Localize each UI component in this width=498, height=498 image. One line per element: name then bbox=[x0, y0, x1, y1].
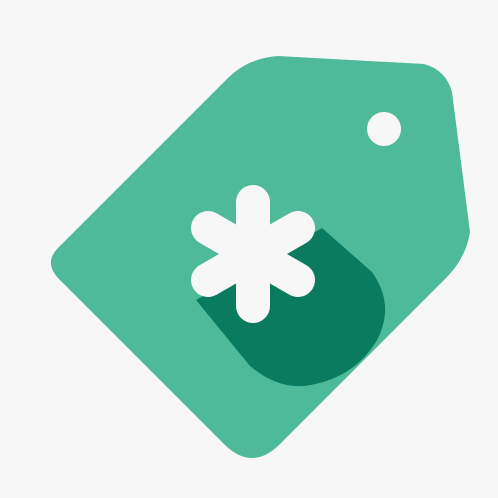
asterisk-price-tag-icon bbox=[50, 56, 471, 458]
asterisk-icon bbox=[191, 185, 315, 323]
tag-hole bbox=[367, 112, 401, 146]
app-icon-canvas bbox=[0, 0, 498, 498]
